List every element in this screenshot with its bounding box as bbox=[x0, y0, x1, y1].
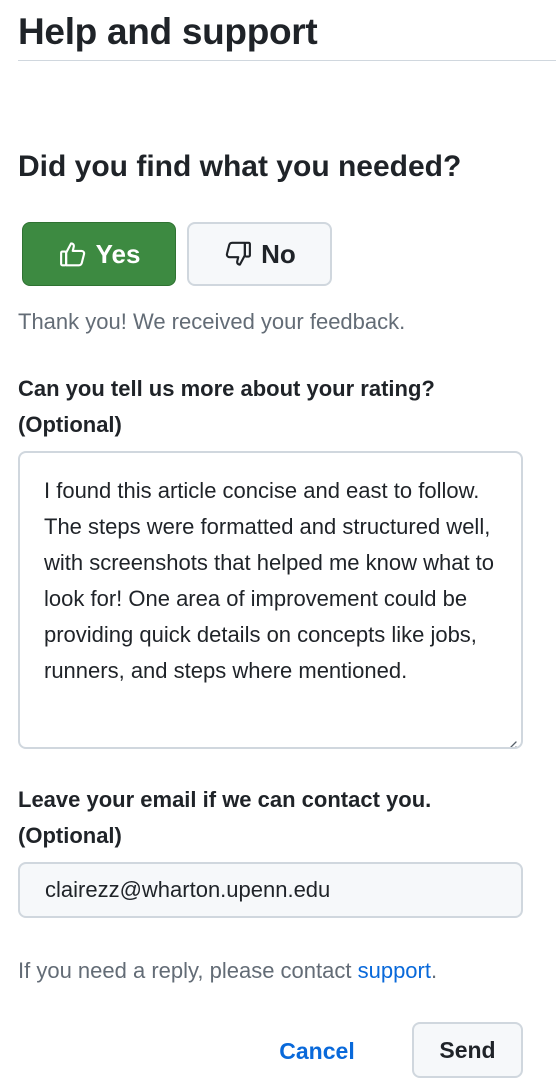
feedback-question: Did you find what you needed? bbox=[18, 150, 462, 183]
send-button[interactable]: Send bbox=[412, 1022, 523, 1078]
email-label-optional: (Optional) bbox=[18, 823, 122, 848]
reply-note-prefix: If you need a reply, please contact bbox=[18, 958, 358, 983]
reply-note-suffix: . bbox=[430, 958, 438, 983]
rating-details-text: I found this article concise and east to… bbox=[44, 478, 495, 683]
thumbs-up-icon bbox=[58, 239, 88, 269]
support-link[interactable]: support bbox=[358, 958, 431, 983]
email-label-text: Leave your email if we can contact you. bbox=[18, 787, 432, 812]
cancel-button[interactable]: Cancel bbox=[262, 1028, 372, 1074]
yes-button-label: Yes bbox=[95, 238, 141, 269]
rating-details-label: Can you tell us more about your rating? … bbox=[18, 371, 538, 443]
email-field[interactable]: clairezz@wharton.upenn.edu bbox=[18, 862, 523, 918]
no-button[interactable]: No bbox=[187, 222, 332, 286]
page-title: Help and support bbox=[18, 11, 318, 52]
yes-button[interactable]: Yes bbox=[22, 222, 176, 286]
feedback-confirmation: Thank you! We received your feedback. bbox=[18, 309, 406, 334]
help-and-support-panel: Help and support Did you find what you n… bbox=[0, 0, 556, 1088]
rating-details-label-text: Can you tell us more about your rating? bbox=[18, 376, 435, 401]
no-button-label: No bbox=[261, 238, 296, 269]
rating-details-optional: (Optional) bbox=[18, 412, 122, 437]
resize-handle-icon[interactable] bbox=[503, 729, 517, 747]
rating-details-textarea[interactable]: I found this article concise and east to… bbox=[18, 451, 523, 749]
panel-header: Help and support bbox=[18, 0, 556, 61]
email-label: Leave your email if we can contact you. … bbox=[18, 782, 538, 854]
thumbs-down-icon bbox=[223, 239, 253, 269]
reply-note: If you need a reply, please contact supp… bbox=[18, 955, 437, 987]
